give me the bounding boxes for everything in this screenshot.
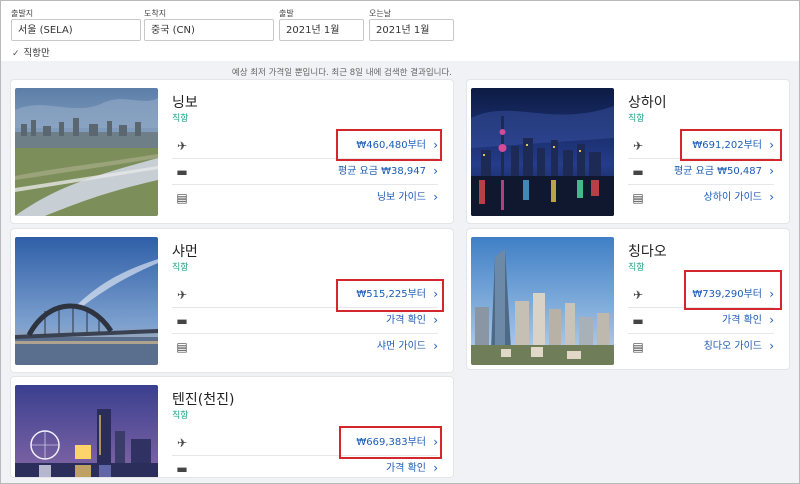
direct-flight-label: 직항 <box>172 263 189 273</box>
hotel-price-link[interactable]: 가격 확인 <box>386 314 426 328</box>
bed-icon: ▬ <box>632 314 644 328</box>
chevron-right-icon: › <box>433 190 438 204</box>
book-icon: ▤ <box>176 191 188 205</box>
chevron-right-icon: › <box>433 461 438 475</box>
city-name[interactable]: 닝보 <box>172 92 198 112</box>
city-name[interactable]: 칭다오 <box>628 241 667 261</box>
chevron-right-icon: › <box>433 164 438 178</box>
guide-row[interactable]: ▤ 닝보 가이드 › <box>172 186 438 210</box>
city-name[interactable]: 상하이 <box>628 92 667 112</box>
hotel-price-link[interactable]: 평균 요금 ₩38,947 <box>338 165 426 179</box>
search-bar: 출발지 서울 (SELA) 도착지 중국 (CN) 출발 2021년 1월 오는… <box>1 1 799 61</box>
chevron-right-icon: › <box>433 313 438 327</box>
bed-icon: ▬ <box>176 462 188 476</box>
return-field[interactable]: 오는날 2021년 1월 <box>369 9 454 41</box>
airplane-icon: ✈ <box>176 139 188 153</box>
price-highlight-box <box>684 270 782 310</box>
qingdao-photo <box>471 237 614 365</box>
airplane-icon: ✈ <box>176 436 188 450</box>
destination-label: 도착지 <box>144 9 167 18</box>
price-disclaimer: 예상 최저 가격일 뿐입니다. 최근 8일 내에 검색한 결과입니다. <box>231 68 452 78</box>
book-icon: ▤ <box>632 340 644 354</box>
direct-only-label: 직항만 <box>23 48 50 59</box>
return-label: 오는날 <box>369 9 392 18</box>
direct-flight-label: 직항 <box>628 263 645 273</box>
bed-icon: ▬ <box>176 314 188 328</box>
hotel-row[interactable]: ▬ 평균 요금 ₩50,487 › <box>628 160 774 185</box>
city-name[interactable]: 텐진(천진) <box>172 389 234 409</box>
hotel-row[interactable]: ▬ 가격 확인 › <box>172 309 438 334</box>
origin-label: 출발지 <box>11 9 34 18</box>
origin-input[interactable]: 서울 (SELA) <box>11 19 141 41</box>
direct-flight-label: 직항 <box>172 411 189 421</box>
depart-input[interactable]: 2021년 1월 <box>279 19 364 41</box>
tianjin-photo <box>15 385 158 477</box>
book-icon: ▤ <box>632 191 644 205</box>
guide-row[interactable]: ▤ 칭다오 가이드 › <box>628 335 774 359</box>
city-name[interactable]: 샤먼 <box>172 241 198 261</box>
origin-field[interactable]: 출발지 서울 (SELA) <box>11 9 141 41</box>
depart-field[interactable]: 출발 2021년 1월 <box>279 9 364 41</box>
airplane-icon: ✈ <box>632 139 644 153</box>
return-input[interactable]: 2021년 1월 <box>369 19 454 41</box>
price-highlight-box <box>680 129 782 161</box>
city-guide-link[interactable]: 상하이 가이드 <box>704 191 762 205</box>
check-icon: ✓ <box>12 49 20 59</box>
hotel-price-link[interactable]: 가격 확인 <box>386 462 426 476</box>
hotel-row[interactable]: ▬ 가격 확인 › <box>628 309 774 334</box>
direct-flight-label: 직항 <box>172 114 189 124</box>
destination-field[interactable]: 도착지 중국 (CN) <box>144 9 274 41</box>
book-icon: ▤ <box>176 340 188 354</box>
hotel-price-link[interactable]: 가격 확인 <box>722 314 762 328</box>
destination-input[interactable]: 중국 (CN) <box>144 19 274 41</box>
xiamen-photo <box>15 237 158 365</box>
depart-label: 출발 <box>279 9 294 18</box>
chevron-right-icon: › <box>769 164 774 178</box>
city-guide-link[interactable]: 샤먼 가이드 <box>377 340 426 354</box>
guide-row[interactable]: ▤ 샤먼 가이드 › <box>172 335 438 359</box>
bed-icon: ▬ <box>632 165 644 179</box>
hotel-price-link[interactable]: 평균 요금 ₩50,487 <box>674 165 762 179</box>
chevron-right-icon: › <box>769 313 774 327</box>
direct-only-checkbox[interactable]: ✓ 직항만 <box>12 45 50 59</box>
price-highlight-box <box>336 279 444 312</box>
price-highlight-box <box>339 426 442 459</box>
chevron-right-icon: › <box>769 190 774 204</box>
city-guide-link[interactable]: 칭다오 가이드 <box>704 340 762 354</box>
direct-flight-label: 직항 <box>628 114 645 124</box>
hotel-row[interactable]: ▬ 평균 요금 ₩38,947 › <box>172 160 438 185</box>
bed-icon: ▬ <box>176 165 188 179</box>
city-guide-link[interactable]: 닝보 가이드 <box>377 191 426 205</box>
chevron-right-icon: › <box>769 339 774 353</box>
price-highlight-box <box>336 129 442 161</box>
shanghai-photo <box>471 88 614 216</box>
chevron-right-icon: › <box>433 339 438 353</box>
guide-row[interactable]: ▤ 상하이 가이드 › <box>628 186 774 210</box>
ningbo-photo <box>15 88 158 216</box>
airplane-icon: ✈ <box>632 288 644 302</box>
hotel-row[interactable]: ▬ 가격 확인 › <box>172 457 438 477</box>
airplane-icon: ✈ <box>176 288 188 302</box>
